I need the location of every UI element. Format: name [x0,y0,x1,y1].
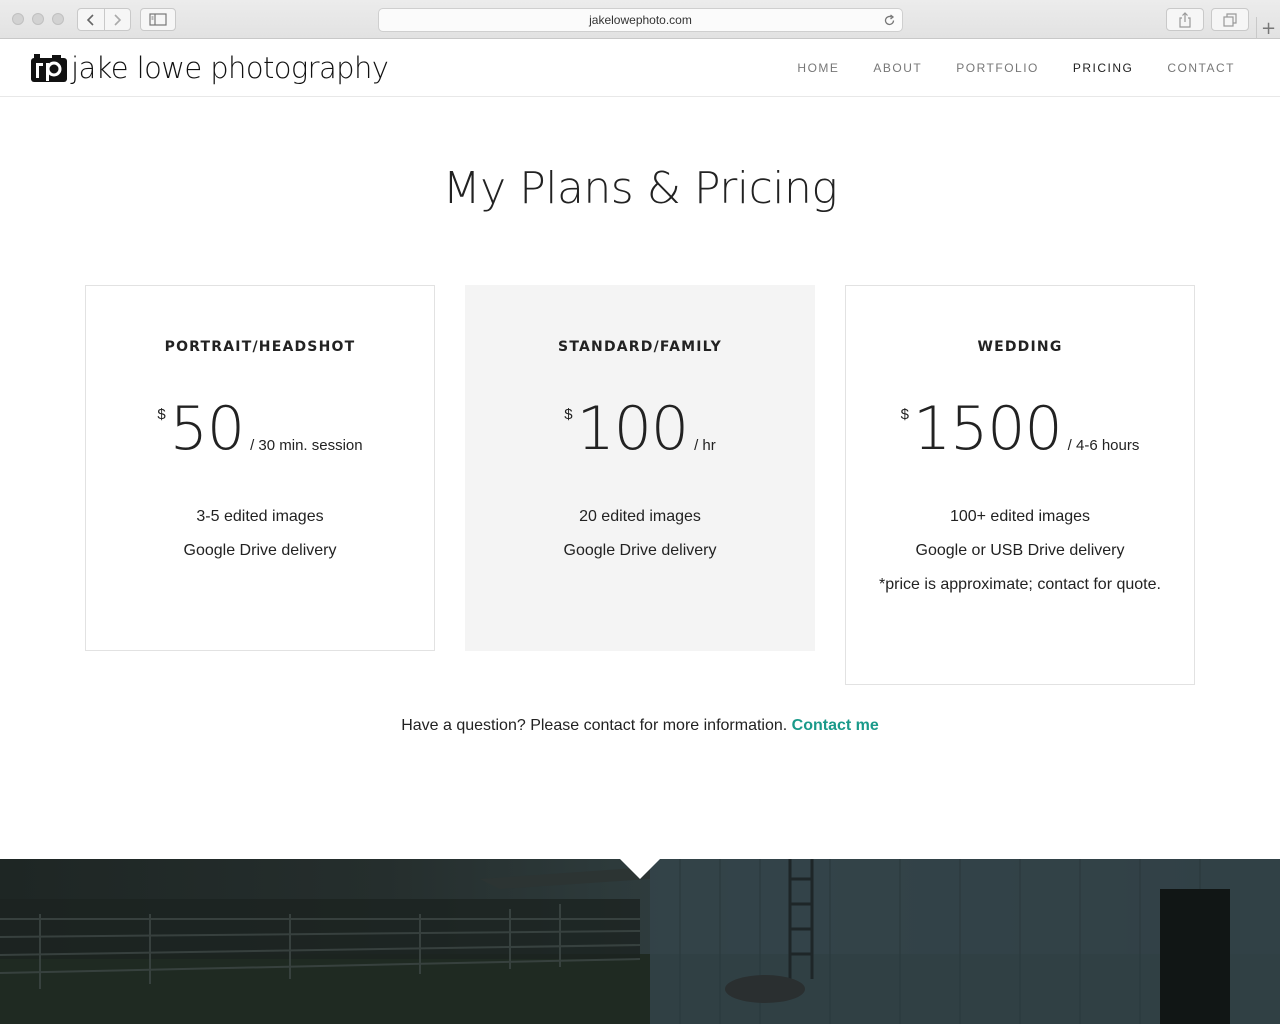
price-amount: 1500 [912,394,1063,464]
nav-contact[interactable]: CONTACT [1167,61,1235,75]
plan-features: 20 edited images Google Drive delivery [466,500,814,568]
feature-item: Google Drive delivery [563,542,717,559]
price-amount: 50 [169,394,245,464]
chevron-left-icon [86,13,94,26]
section-divider-notch [620,859,660,879]
plan-features: 3-5 edited images Google Drive delivery [86,500,434,568]
plan-features: 100+ edited images Google or USB Drive d… [846,500,1194,602]
feature-item: 20 edited images [579,508,701,525]
url-text: jakelowephoto.com [589,13,692,27]
logo-text: jake lowe photography [71,51,389,85]
tabs-overview-button[interactable] [1211,8,1249,31]
feature-item: *price is approximate; contact for quote… [879,576,1161,593]
cta-text: Have a question? Please contact for more… [401,717,788,734]
feature-item: Google Drive delivery [183,542,337,559]
pricing-card-portrait: PORTRAIT/HEADSHOT $ 50 / 30 min. session… [85,285,435,651]
zoom-window-icon[interactable] [52,13,64,25]
nav-home[interactable]: HOME [797,61,839,75]
back-button[interactable] [78,9,104,30]
barn-photo-banner [0,859,1280,1024]
site-header: jake lowe photography HOME ABOUT PORTFOL… [0,39,1280,97]
nav-about[interactable]: ABOUT [873,61,922,75]
plan-name: WEDDING [977,339,1063,355]
plan-name: PORTRAIT/HEADSHOT [164,339,356,355]
price-amount: 100 [576,394,690,464]
plan-price: $ 50 / 30 min. session [86,394,434,464]
forward-button[interactable] [103,9,131,30]
contact-cta: Have a question? Please contact for more… [0,717,1280,735]
share-button[interactable] [1166,8,1204,31]
history-buttons [77,8,131,31]
feature-item: 100+ edited images [949,508,1091,525]
feature-item: Google or USB Drive delivery [915,542,1125,559]
site-logo[interactable]: jake lowe photography [30,51,389,85]
plus-icon: + [1260,17,1277,39]
price-period: / 4-6 hours [1067,437,1140,454]
new-tab-button[interactable]: + [1256,17,1280,39]
tabs-icon [1223,12,1237,27]
currency-symbol: $ [900,406,909,423]
chevron-right-icon [114,13,122,26]
sidebar-icon [149,13,167,26]
barn-photo-image [0,859,1280,1024]
feature-item: 3-5 edited images [196,508,324,525]
sidebar-toggle-button[interactable] [140,8,176,31]
minimize-window-icon[interactable] [32,13,44,25]
main-nav: HOME ABOUT PORTFOLIO PRICING CONTACT [763,61,1235,75]
camera-logo-icon [31,54,67,82]
price-period: / hr [694,437,716,454]
plan-price: $ 100 / hr [466,394,814,464]
browser-toolbar: jakelowephoto.com + [0,0,1280,39]
plan-price: $ 1500 / 4-6 hours [846,394,1194,464]
price-period: / 30 min. session [250,437,363,454]
pricing-card-wedding: WEDDING $ 1500 / 4-6 hours 100+ edited i… [845,285,1195,685]
close-window-icon[interactable] [12,13,24,25]
share-icon [1179,11,1191,28]
reload-icon[interactable] [882,13,896,27]
nav-pricing[interactable]: PRICING [1073,61,1134,75]
contact-me-link[interactable]: Contact me [792,717,879,734]
currency-symbol: $ [564,406,573,423]
address-bar[interactable]: jakelowephoto.com [378,8,903,32]
currency-symbol: $ [157,406,166,423]
page-title: My Plans & Pricing [442,163,838,214]
plan-name: STANDARD/FAMILY [558,339,722,355]
nav-portfolio[interactable]: PORTFOLIO [956,61,1039,75]
pricing-card-standard: STANDARD/FAMILY $ 100 / hr 20 edited ima… [465,285,815,651]
